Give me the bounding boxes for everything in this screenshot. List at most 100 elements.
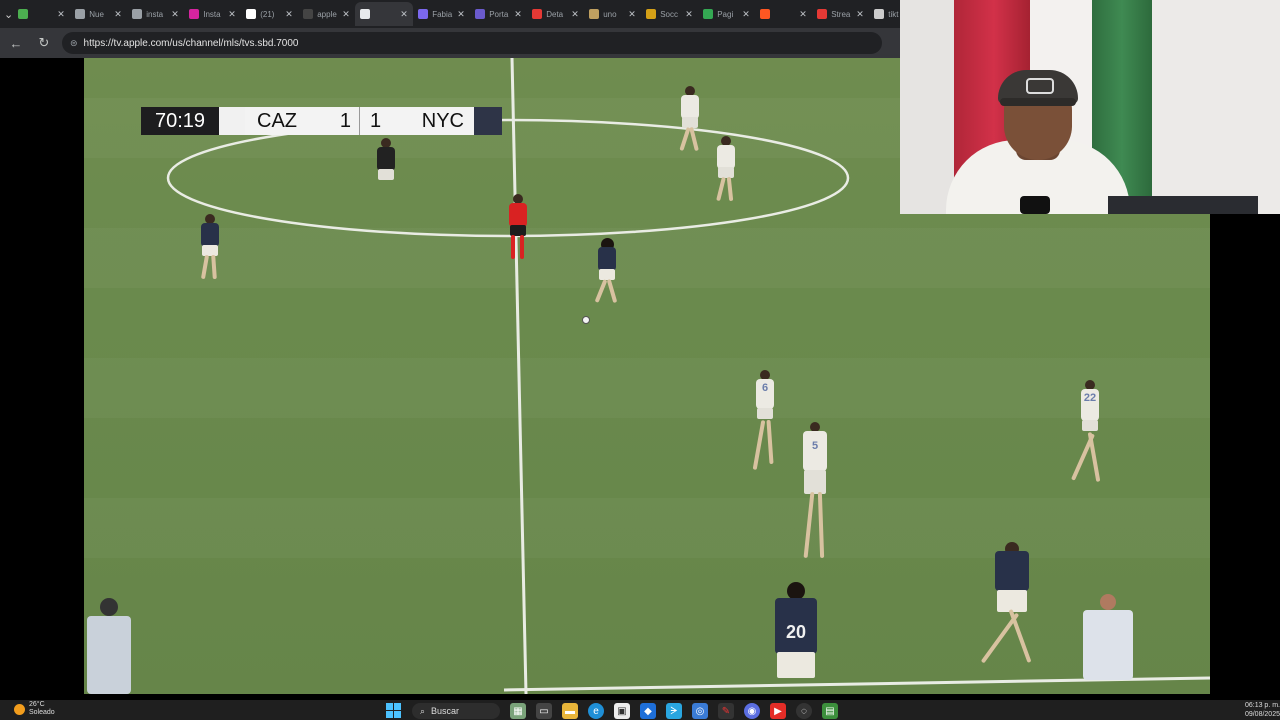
tab-label: apple <box>317 9 337 19</box>
desk-device <box>1108 196 1258 214</box>
file-explorer-icon[interactable]: ▬ <box>562 703 578 719</box>
youtube-icon[interactable]: ▶ <box>770 703 786 719</box>
windows-start-icon[interactable] <box>386 703 402 719</box>
browser-tab[interactable]: apple ✕ <box>298 2 355 26</box>
tab-label: Pagi <box>717 9 734 19</box>
close-icon[interactable]: ✕ <box>57 9 65 20</box>
taskbar-search[interactable]: ⌕ Buscar <box>412 703 500 719</box>
browser-tab[interactable]: Socc ✕ <box>641 2 698 26</box>
player-white <box>679 86 700 152</box>
app-icon[interactable]: ᗒ <box>666 703 682 719</box>
browser-tab[interactable]: Porta ✕ <box>470 2 527 26</box>
player-white <box>716 136 736 202</box>
browser-tab[interactable]: Strea ✕ <box>812 2 869 26</box>
webcam-overlay <box>900 0 1280 214</box>
audio-icon <box>360 9 371 19</box>
site-info-icon[interactable]: ⊜ <box>70 38 78 49</box>
task-view-icon[interactable]: ▭ <box>536 703 552 719</box>
browser-tab[interactable]: (21) ✕ <box>241 2 298 26</box>
browser-tab-strip: ⌄ ✕ Nue ✕ insta ✕ Insta ✕ (21) ✕ apple ✕ ✕ Fabia ✕ Por… <box>0 0 921 28</box>
search-icon: ⌕ <box>420 705 426 716</box>
match-clock: 70:19 <box>141 107 219 135</box>
app-icon[interactable]: ✎ <box>718 703 734 719</box>
back-arrow-icon[interactable]: ← <box>6 33 26 53</box>
browser-tab[interactable]: ✕ <box>755 2 812 26</box>
tab-label: Nue <box>89 9 104 19</box>
weather-widget[interactable]: 26°C Soleado <box>14 701 55 717</box>
browser-tab[interactable]: Fabia ✕ <box>413 2 470 26</box>
tab-label: (21) <box>260 9 275 19</box>
sideline-official <box>84 598 134 694</box>
close-icon[interactable]: ✕ <box>856 9 864 20</box>
edge-icon[interactable]: e <box>588 703 604 719</box>
home-team: CAZ 1 <box>245 107 359 135</box>
browser-tab[interactable]: insta ✕ <box>127 2 184 26</box>
widgets-icon[interactable]: ▦ <box>510 703 526 719</box>
close-icon[interactable]: ✕ <box>114 9 122 20</box>
close-icon[interactable]: ✕ <box>685 9 693 20</box>
cap-logo <box>1026 78 1054 94</box>
url-field[interactable]: ⊜ https://tv.apple.com/us/channel/mls/tv… <box>62 32 882 54</box>
tab-label: Socc <box>660 9 679 19</box>
sun-icon <box>14 703 25 715</box>
away-team-score: 1 <box>370 109 382 132</box>
close-icon[interactable]: ✕ <box>400 9 408 20</box>
browser-tab[interactable]: ✕ <box>355 2 414 26</box>
browser-tab[interactable]: Nue ✕ <box>70 2 127 26</box>
referee <box>508 194 528 270</box>
close-icon[interactable]: ✕ <box>571 9 579 20</box>
dropbox-icon[interactable]: ◆ <box>640 703 656 719</box>
close-icon[interactable]: ✕ <box>628 9 636 20</box>
away-team: 1 NYC <box>359 107 474 135</box>
close-icon[interactable]: ✕ <box>228 9 236 20</box>
tab-search-chevron-icon[interactable]: ⌄ <box>4 3 13 25</box>
youtube-icon <box>532 9 543 19</box>
browser-tab[interactable]: Deta ✕ <box>527 2 584 26</box>
taskbar-apps: ⌕ Buscar ▦ ▭ ▬ e ▣ ◆ ᗒ ◎ ✎ ◉ ▶ ◌ ▤ <box>386 702 838 720</box>
home-team-badge <box>219 107 245 135</box>
clock-date: 09/08/2025 <box>1244 711 1280 718</box>
close-icon[interactable]: ✕ <box>457 9 465 20</box>
app-icon[interactable]: ◎ <box>692 703 708 719</box>
browser-tab[interactable]: uno ✕ <box>584 2 641 26</box>
close-icon[interactable]: ✕ <box>742 9 750 20</box>
address-bar: ← ↻ ⊜ https://tv.apple.com/us/channel/ml… <box>0 28 900 58</box>
close-icon[interactable]: ✕ <box>799 9 807 20</box>
tab-group-icon <box>18 9 29 19</box>
player-navy-running <box>980 542 1032 672</box>
x-icon <box>246 9 257 19</box>
chrome-icon[interactable]: ◌ <box>796 703 812 719</box>
weather-text: Soleado <box>29 709 55 716</box>
home-team-score: 1 <box>339 109 351 132</box>
close-icon[interactable]: ✕ <box>342 9 350 20</box>
video-letterbox-left <box>0 58 84 694</box>
close-icon[interactable]: ✕ <box>514 9 522 20</box>
close-icon[interactable]: ✕ <box>285 9 293 20</box>
tab-label: Strea <box>831 9 851 19</box>
browser-tab[interactable]: ✕ <box>13 2 70 26</box>
tab-label: Deta <box>546 9 564 19</box>
away-team-name: NYC <box>421 109 464 132</box>
home-team-name: CAZ <box>257 109 297 132</box>
tv-icon <box>303 9 314 19</box>
browser-tab[interactable]: Insta ✕ <box>184 2 241 26</box>
tab-label: Insta <box>203 9 221 19</box>
close-icon[interactable]: ✕ <box>171 9 179 20</box>
football <box>582 316 590 324</box>
browser-tab[interactable]: Pagi ✕ <box>698 2 755 26</box>
microphone <box>1020 196 1050 214</box>
player-white-6: 6 <box>752 370 776 474</box>
profile-icon <box>418 9 429 19</box>
away-team-badge <box>474 107 502 135</box>
player-navy <box>200 214 220 300</box>
u-icon <box>646 9 657 19</box>
search-icon <box>132 9 143 19</box>
system-clock[interactable]: 06:13 p. m. 09/08/2025 <box>1238 701 1280 719</box>
discord-icon[interactable]: ◉ <box>744 703 760 719</box>
store-icon[interactable]: ▣ <box>614 703 630 719</box>
player-navy-with-ball <box>594 238 618 324</box>
app-icon[interactable]: ▤ <box>822 703 838 719</box>
scoreboard: 70:19 CAZ 1 1 NYC <box>141 107 502 135</box>
tiktok-icon <box>874 9 885 19</box>
reload-icon[interactable]: ↻ <box>34 33 54 53</box>
